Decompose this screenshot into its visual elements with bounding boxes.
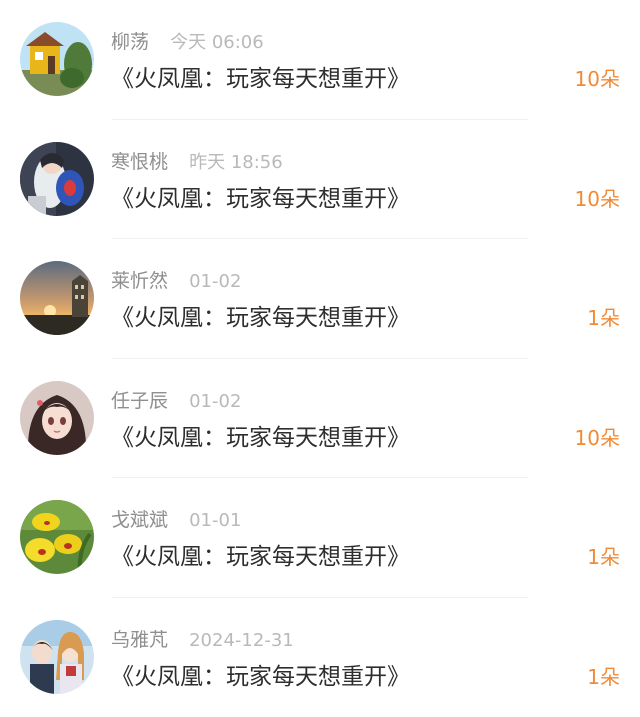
anime-character-photo-icon [20,142,94,216]
yellow-house-photo-icon [20,22,94,96]
list-item[interactable]: 戈斌斌 01-01 《火凤凰：玩家每天想重开》 1朵 [0,478,640,598]
book-title[interactable]: 《火凤凰：玩家每天想重开》 [111,300,410,336]
avatar[interactable] [20,500,94,574]
sender-name[interactable]: 任子辰 [111,390,168,412]
gift-record-list: 柳荡 今天 06:06 《火凤凰：玩家每天想重开》 10朵 寒恨桃 昨天 18:… [0,0,640,707]
book-title[interactable]: 《火凤凰：玩家每天想重开》 [111,181,410,217]
timestamp: 01-02 [189,391,241,412]
anime-girl-photo-icon [20,381,94,455]
sender-meta: 柳荡 今天 06:06 [111,28,264,56]
flower-count: 1朵 [587,300,620,336]
book-title[interactable]: 《火凤凰：玩家每天想重开》 [111,539,410,575]
list-item[interactable]: 寒恨桃 昨天 18:56 《火凤凰：玩家每天想重开》 10朵 [0,120,640,240]
avatar[interactable] [20,620,94,694]
book-title[interactable]: 《火凤凰：玩家每天想重开》 [111,659,410,695]
flower-count: 10朵 [575,420,620,456]
avatar[interactable] [20,22,94,96]
flower-count: 10朵 [575,181,620,217]
timestamp: 昨天 18:56 [189,152,283,173]
sender-meta: 莱忻然 01-02 [111,267,241,295]
sender-name[interactable]: 柳荡 [111,31,149,53]
timestamp: 2024-12-31 [189,630,294,651]
flower-count: 10朵 [575,61,620,97]
avatar[interactable] [20,381,94,455]
timestamp: 01-02 [189,271,241,292]
timestamp: 01-01 [189,510,241,531]
book-title[interactable]: 《火凤凰：玩家每天想重开》 [111,420,410,456]
timestamp: 今天 06:06 [170,32,264,53]
sender-name[interactable]: 莱忻然 [111,270,168,292]
sunset-photo-icon [20,261,94,335]
sender-name[interactable]: 寒恨桃 [111,151,168,173]
list-item[interactable]: 莱忻然 01-02 《火凤凰：玩家每天想重开》 1朵 [0,239,640,359]
list-item[interactable]: 乌雅芃 2024-12-31 《火凤凰：玩家每天想重开》 1朵 [0,598,640,717]
list-item[interactable]: 任子辰 01-02 《火凤凰：玩家每天想重开》 10朵 [0,359,640,479]
flower-count: 1朵 [587,659,620,695]
yellow-orchid-photo-icon [20,500,94,574]
book-title[interactable]: 《火凤凰：玩家每天想重开》 [111,61,410,97]
sender-meta: 戈斌斌 01-01 [111,506,241,534]
flower-count: 1朵 [587,539,620,575]
list-item[interactable]: 柳荡 今天 06:06 《火凤凰：玩家每天想重开》 10朵 [0,0,640,120]
anime-couple-photo-icon [20,620,94,694]
sender-meta: 寒恨桃 昨天 18:56 [111,148,283,176]
avatar[interactable] [20,142,94,216]
sender-meta: 乌雅芃 2024-12-31 [111,626,294,654]
avatar[interactable] [20,261,94,335]
sender-name[interactable]: 乌雅芃 [111,629,168,651]
sender-meta: 任子辰 01-02 [111,387,241,415]
sender-name[interactable]: 戈斌斌 [111,509,168,531]
